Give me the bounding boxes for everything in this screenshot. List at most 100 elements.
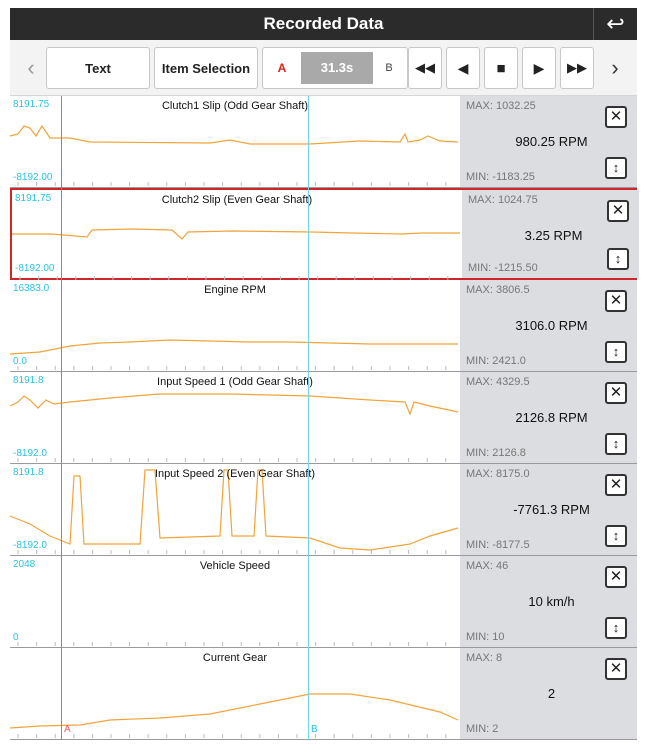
next-page-button[interactable]: › [598, 47, 632, 89]
remove-item-button[interactable]: ✕ [605, 106, 627, 128]
item-selection-button[interactable]: Item Selection [154, 47, 258, 89]
panel-plot[interactable]: Input Speed 1 (Odd Gear Shaft) 8191.8 -819… [10, 372, 460, 463]
vertical-resize-icon: ↕ [614, 251, 622, 266]
remove-item-button[interactable]: ✕ [605, 382, 627, 404]
stop-button[interactable]: ■ [484, 47, 518, 89]
close-icon: ✕ [611, 202, 625, 219]
fast-rewind-button[interactable]: ◀◀ [408, 47, 442, 89]
cursor-b-button[interactable]: B [371, 48, 407, 88]
panel-name: Clutch1 Slip (Odd Gear Shaft) [161, 100, 309, 112]
panel-plot[interactable]: Input Speed 2 (Even Gear Shaft) 8191.8 -81… [10, 464, 460, 555]
min-value: MIN: 2 [466, 723, 499, 735]
y-axis-min: 0.0 [13, 356, 27, 367]
current-value: 2 [547, 686, 556, 701]
panel-plot[interactable]: Current Gear [10, 648, 460, 739]
current-value: 2126.8 RPM [515, 410, 588, 425]
remove-item-button[interactable]: ✕ [605, 566, 627, 588]
fast-rewind-icon: ◀◀ [415, 60, 435, 75]
min-value: MIN: 2421.0 [466, 355, 526, 367]
fast-forward-icon: ▶▶ [567, 60, 587, 75]
vertical-resize-icon: ↕ [612, 528, 620, 543]
min-value: MIN: 10 [466, 631, 505, 643]
panel-name: Clutch2 Slip (Even Gear Shaft) [161, 194, 313, 206]
vertical-resize-icon: ↕ [612, 160, 620, 175]
panel-values: MAX: 4329.5 2126.8 RPM MIN: 2126.8 ✕ ↕ [460, 372, 637, 463]
stop-icon: ■ [496, 59, 506, 77]
scale-button[interactable]: ↕ [605, 433, 627, 455]
panel-values: MAX: 8 2 MIN: 2 ✕ [460, 648, 637, 739]
scale-button[interactable]: ↕ [605, 341, 627, 363]
remove-item-button[interactable]: ✕ [605, 658, 627, 680]
close-icon: ✕ [609, 108, 623, 125]
panel-name: Input Speed 2 (Even Gear Shaft) [154, 468, 316, 480]
scale-button[interactable]: ↕ [605, 157, 627, 179]
signal-trace [10, 469, 459, 551]
y-axis-max: 2048 [13, 559, 36, 570]
page-title: Recorded Data [263, 14, 384, 33]
back-button[interactable]: ↩ [593, 8, 637, 40]
data-panel[interactable]: Clutch2 Slip (Even Gear Shaft) 8191.75 -81… [10, 188, 639, 280]
panel-plot[interactable]: Clutch2 Slip (Even Gear Shaft) 8191.75 -81… [12, 190, 462, 280]
vertical-resize-icon: ↕ [612, 620, 620, 635]
panel-name: Engine RPM [204, 284, 266, 296]
remove-item-button[interactable]: ✕ [607, 200, 629, 222]
y-axis-min: -8192.00 [13, 172, 53, 183]
signal-trace [10, 339, 458, 355]
y-axis-min: -8192.0 [13, 448, 47, 459]
panel-values: MAX: 1024.75 3.25 RPM MIN: -1215.50 ✕ ↕ [462, 190, 639, 278]
vertical-resize-icon: ↕ [612, 436, 620, 451]
prev-page-button[interactable]: ‹ [14, 47, 48, 89]
current-value: 980.25 RPM [515, 134, 588, 149]
panel-plot[interactable]: Vehicle Speed 2048 0 [10, 556, 460, 647]
current-value: -7761.3 RPM [513, 502, 590, 517]
panel-values: MAX: 46 10 km/h MIN: 10 ✕ ↕ [460, 556, 637, 647]
current-value: 10 km/h [528, 594, 575, 609]
y-axis-max: 16383.0 [13, 283, 50, 294]
scale-button[interactable]: ↕ [607, 248, 629, 270]
fast-forward-button[interactable]: ▶▶ [560, 47, 594, 89]
vertical-resize-icon: ↕ [612, 344, 620, 359]
scale-button[interactable]: ↕ [605, 525, 627, 547]
panel-name: Current Gear [202, 652, 268, 664]
close-icon: ✕ [609, 292, 623, 309]
panel-plot[interactable]: Clutch1 Slip (Odd Gear Shaft) 8191.75 -819… [10, 96, 460, 187]
y-axis-max: 8191.8 [13, 467, 44, 478]
return-icon: ↩ [606, 11, 625, 36]
min-value: MIN: -8177.5 [466, 539, 530, 551]
data-panel[interactable]: Current Gear MAX: 8 2 MIN: 2 ✕ [10, 648, 637, 740]
remove-item-button[interactable]: ✕ [605, 290, 627, 312]
play-button[interactable]: ▶ [522, 47, 556, 89]
cursor-a-button[interactable]: A [263, 48, 301, 88]
max-value: MAX: 1032.25 [466, 100, 536, 112]
y-axis-max: 8191.8 [13, 375, 44, 386]
close-icon: ✕ [609, 660, 623, 677]
data-panel[interactable]: Input Speed 1 (Odd Gear Shaft) 8191.8 -819… [10, 372, 637, 464]
scale-button[interactable]: ↕ [605, 617, 627, 639]
y-axis-max: 8191.75 [13, 99, 50, 110]
y-axis-min: -8192.0 [13, 540, 47, 551]
chevron-right-icon: › [611, 55, 619, 80]
ab-time-selector: A 31.3s B [262, 47, 408, 89]
chevron-left-icon: ‹ [27, 55, 35, 80]
max-value: MAX: 8 [466, 652, 503, 664]
data-panel[interactable]: Engine RPM 16383.0 0.0 MAX: 3806.5 3106.0 RP… [10, 280, 637, 372]
play-icon: ▶ [533, 59, 545, 76]
data-panel[interactable]: Clutch1 Slip (Odd Gear Shaft) 8191.75 -819… [10, 96, 637, 188]
text-button[interactable]: Text [46, 47, 150, 89]
cursor-a-line[interactable] [61, 96, 62, 740]
signal-trace [10, 124, 459, 145]
data-panel[interactable]: Input Speed 2 (Even Gear Shaft) 8191.8 -81… [10, 464, 637, 556]
rewind-button[interactable]: ◀ [446, 47, 480, 89]
data-panel[interactable]: Vehicle Speed 2048 0 MAX: 46 10 km/h MIN: 10 ✕… [10, 556, 637, 648]
panel-values: MAX: 3806.5 3106.0 RPM MIN: 2421.0 ✕ ↕ [460, 280, 637, 371]
cursor-a-label: A [64, 724, 71, 735]
panel-name: Input Speed 1 (Odd Gear Shaft) [157, 376, 313, 388]
panel-name: Vehicle Speed [199, 560, 271, 572]
remove-item-button[interactable]: ✕ [605, 474, 627, 496]
panel-plot[interactable]: Engine RPM 16383.0 0.0 [10, 280, 460, 371]
panel-values: MAX: 1032.25 980.25 RPM MIN: -1183.25 ✕ ↕ [460, 96, 637, 187]
max-value: MAX: 8175.0 [466, 468, 530, 480]
playback-toolbar: ‹ Text Item Selection A 31.3s B ◀◀ ◀ ■ ▶… [10, 40, 637, 96]
cursor-b-line[interactable] [308, 96, 309, 740]
max-value: MAX: 4329.5 [466, 376, 530, 388]
